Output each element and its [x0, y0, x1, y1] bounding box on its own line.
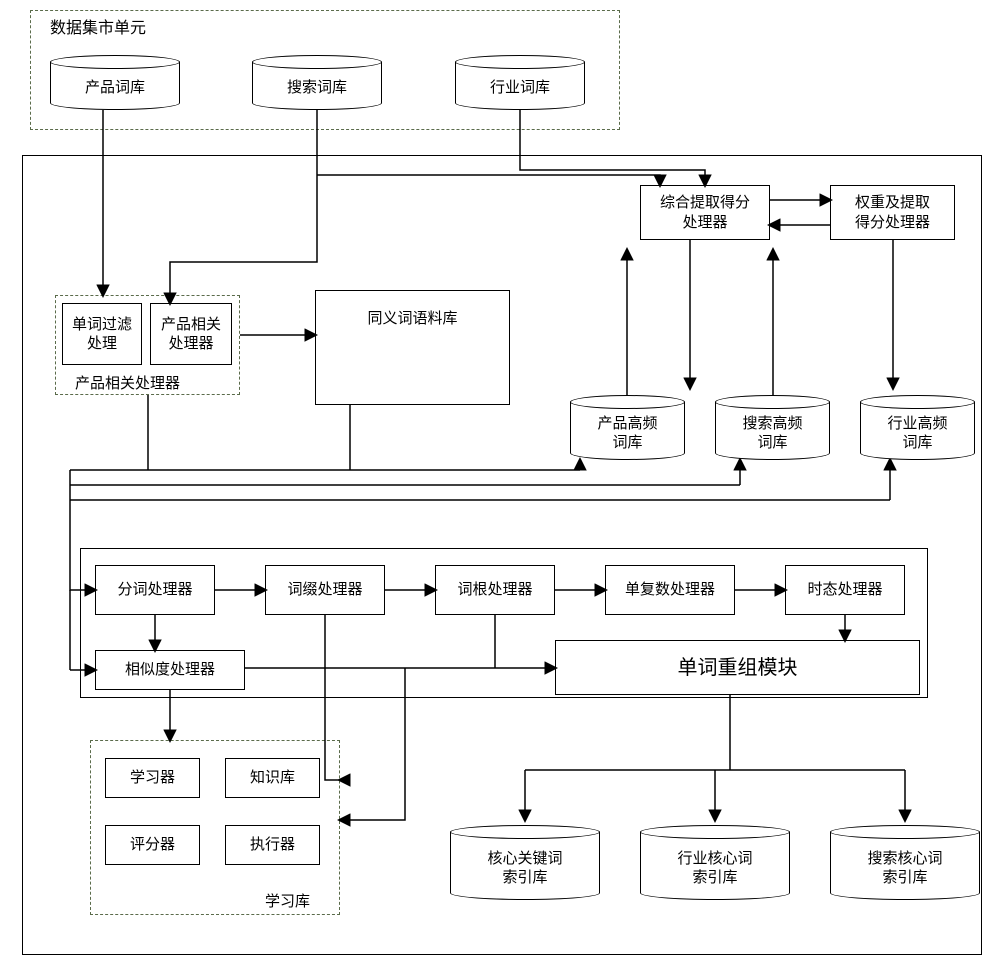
- knowledge-box: 知识库: [225, 758, 320, 798]
- cyl-product-lex: 产品词库: [50, 55, 180, 110]
- product-related-group-label: 产品相关处理器: [75, 372, 180, 393]
- cyl-search-core-idx: 搜索核心词索引库: [830, 825, 980, 900]
- cyl-product-hf: 产品高频词库: [570, 395, 685, 460]
- data-mart-label: 数据集市单元: [50, 14, 146, 38]
- executor-label: 执行器: [250, 835, 295, 855]
- comprehensive-score-label: 综合提取得分处理器: [660, 193, 750, 232]
- learner-label: 学习器: [130, 768, 175, 788]
- cyl-industry-hf: 行业高频词库: [860, 395, 975, 460]
- similarity-box: 相似度处理器: [95, 650, 245, 690]
- word-filter-box: 单词过滤处理: [62, 303, 142, 365]
- weight-score-box: 权重及提取得分处理器: [830, 185, 955, 240]
- recombine-box: 单词重组模块: [555, 640, 920, 695]
- recombine-label: 单词重组模块: [678, 655, 798, 681]
- cyl-industry-lex: 行业词库: [455, 55, 585, 110]
- executor-box: 执行器: [225, 825, 320, 865]
- synonym-corpus-box: 同义词语料库: [315, 290, 510, 405]
- word-filter-label: 单词过滤处理: [72, 315, 132, 354]
- learning-group-label: 学习库: [265, 890, 310, 911]
- cyl-core-keyword-idx: 核心关键词索引库: [450, 825, 600, 900]
- cyl-industry-core-idx: 行业核心词索引库: [640, 825, 790, 900]
- comprehensive-score-box: 综合提取得分处理器: [640, 185, 770, 240]
- product-related-label: 产品相关处理器: [161, 315, 221, 354]
- synonym-corpus-label: 同义词语料库: [367, 293, 457, 329]
- cyl-search-lex: 搜索词库: [252, 55, 382, 110]
- similarity-label: 相似度处理器: [125, 660, 215, 680]
- learner-box: 学习器: [105, 758, 200, 798]
- scorer-label: 评分器: [130, 835, 175, 855]
- cyl-search-hf: 搜索高频词库: [715, 395, 830, 460]
- weight-score-label: 权重及提取得分处理器: [855, 193, 930, 232]
- knowledge-label: 知识库: [250, 768, 295, 788]
- product-related-box: 产品相关处理器: [150, 303, 232, 365]
- scorer-box: 评分器: [105, 825, 200, 865]
